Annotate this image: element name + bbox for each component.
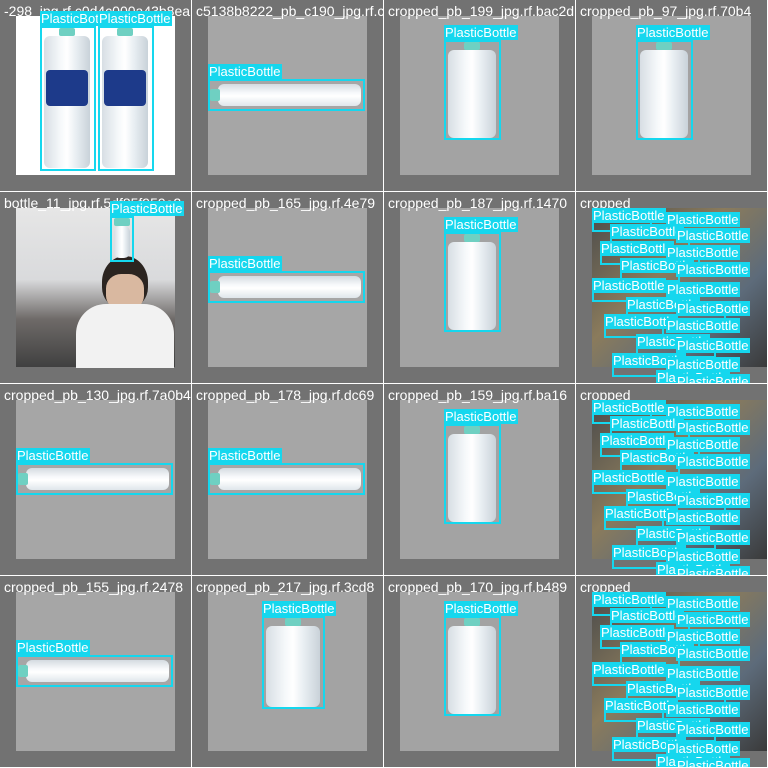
box-label: PlasticBottle	[676, 262, 750, 277]
box-label: PlasticBottle	[676, 374, 750, 383]
bounding-box	[16, 655, 173, 687]
box-label: PlasticBottle	[676, 722, 750, 737]
box-label: PlasticBottle	[600, 625, 674, 640]
image-tile: cropped PlasticBottle PlasticBottle Plastic…	[576, 576, 767, 767]
box-label: PlasticBottle	[592, 208, 666, 223]
person-body	[76, 304, 174, 368]
bounding-box	[444, 424, 501, 524]
box-label: PlasticBottle	[16, 448, 90, 463]
box-label: PlasticBottle	[208, 448, 282, 463]
box-label: PlasticBottle	[666, 474, 740, 489]
tile-filename: cropped_pb_199_jpg.rf.bac2d	[388, 3, 575, 19]
box-label: PlasticBottle	[676, 338, 750, 353]
bounding-box	[208, 463, 365, 495]
box-label: PlasticBottle	[676, 493, 750, 508]
image-tile: cropped_pb_170_jpg.rf.b489 PlasticBottle	[384, 576, 575, 767]
box-label: PlasticBottle	[600, 433, 674, 448]
tile-filename: c5138b8222_pb_c190_jpg.rf.c29d	[196, 3, 383, 19]
box-label: PlasticBottle	[610, 608, 684, 623]
bounding-box	[208, 271, 365, 303]
box-label: PlasticBottle	[592, 592, 666, 607]
box-label: PlasticBottle	[610, 224, 684, 239]
tile-filename: cropped_pb_130_jpg.rf.7a0b4	[4, 387, 191, 403]
image-tile: cropped_pb_178_jpg.rf.dc69 PlasticBottle	[192, 384, 383, 575]
tile-filename: cropped_pb_187_jpg.rf.1470	[388, 195, 568, 211]
image-tile: cropped_pb_130_jpg.rf.7a0b4 PlasticBottle	[0, 384, 191, 575]
bounding-box	[636, 40, 693, 140]
box-label: PlasticBottle	[262, 601, 336, 616]
image-tile: -298_jpg.rf.c0d4c000a43b8eaPlasticBottle…	[0, 0, 191, 191]
tile-filename: cropped_pb_170_jpg.rf.b489	[388, 579, 568, 595]
image-tile: c5138b8222_pb_c190_jpg.rf.c29d PlasticBot…	[192, 0, 383, 191]
box-label: PlasticBottle	[676, 420, 750, 435]
bounding-box	[110, 216, 134, 262]
box-label: PlasticBottle	[676, 758, 750, 767]
box-label: PlasticBottle	[676, 646, 750, 661]
box-label: PlasticBottle	[666, 282, 740, 297]
bounding-box	[16, 463, 173, 495]
tile-filename: cropped_pb_159_jpg.rf.ba16	[388, 387, 568, 403]
bounding-box	[208, 79, 365, 111]
bounding-box	[40, 26, 96, 171]
image-tile: cropped_pb_165_jpg.rf.4e79 PlasticBottle	[192, 192, 383, 383]
box-label: PlasticBottle	[676, 685, 750, 700]
tile-filename: cropped_pb_97_jpg.rf.70b4	[580, 3, 752, 19]
box-label: PlasticBottle	[666, 666, 740, 681]
bounding-box	[444, 232, 501, 332]
image-tile: cropped_pb_155_jpg.rf.2478 PlasticBottle	[0, 576, 191, 767]
box-label: PlasticBottle	[676, 530, 750, 545]
image-tile: cropped_pb_97_jpg.rf.70b4 PlasticBottle	[576, 0, 767, 191]
box-label: PlasticBottle	[666, 510, 740, 525]
image-tile: cropped_pb_199_jpg.rf.bac2d PlasticBottle	[384, 0, 575, 191]
image-tile: cropped_pb_217_jpg.rf.3cd8 PlasticBottle	[192, 576, 383, 767]
box-label: PlasticBottle	[592, 400, 666, 415]
box-label: PlasticBottle	[666, 318, 740, 333]
box-label: PlasticBottle	[592, 470, 666, 485]
box-label: PlasticBottle	[208, 64, 282, 79]
image-tile: cropped PlasticBottle PlasticBottle Plastic…	[576, 192, 767, 383]
box-label: PlasticBottle	[444, 217, 518, 232]
box-label: PlasticBottle	[16, 640, 90, 655]
image-tile: cropped_pb_159_jpg.rf.ba16 PlasticBottle	[384, 384, 575, 575]
box-label: PlasticBottle	[676, 454, 750, 469]
box-label: PlasticBottle	[600, 241, 674, 256]
bounding-box	[444, 616, 501, 716]
bounding-box	[262, 616, 325, 709]
tile-filename: cropped_pb_165_jpg.rf.4e79	[196, 195, 376, 211]
box-label: PlasticBottle	[676, 612, 750, 627]
tile-filename: cropped_pb_155_jpg.rf.2478	[4, 579, 184, 595]
image-tile: bottle_11_jpg.rf.5df85f959e2 PlasticBottl…	[0, 192, 191, 383]
box-label: PlasticBottle	[676, 566, 750, 575]
image-tile: cropped_pb_187_jpg.rf.1470 PlasticBottle	[384, 192, 575, 383]
bounding-box	[98, 26, 154, 171]
box-label: PlasticBottle	[98, 11, 172, 26]
box-label: PlasticBottle	[208, 256, 282, 271]
box-label: PlasticBottle	[592, 662, 666, 677]
tile-filename: cropped_pb_178_jpg.rf.dc69	[196, 387, 375, 403]
box-label: PlasticBottle	[592, 278, 666, 293]
bounding-box	[444, 40, 501, 140]
tile-filename: cropped_pb_217_jpg.rf.3cd8	[196, 579, 375, 595]
box-label: PlasticBottle	[610, 416, 684, 431]
box-label: PlasticBottle	[676, 228, 750, 243]
box-label: PlasticBottle	[666, 702, 740, 717]
box-label: PlasticBottle	[110, 201, 184, 216]
box-label: PlasticBottle	[676, 301, 750, 316]
box-label: PlasticBottle	[444, 409, 518, 424]
detection-grid: -298_jpg.rf.c0d4c000a43b8eaPlasticBottle…	[0, 0, 768, 768]
image-tile: cropped PlasticBottle PlasticBottle Plastic…	[576, 384, 767, 575]
box-label: PlasticBottle	[444, 25, 518, 40]
box-label: PlasticBottle	[444, 601, 518, 616]
box-label: PlasticBottle	[636, 25, 710, 40]
